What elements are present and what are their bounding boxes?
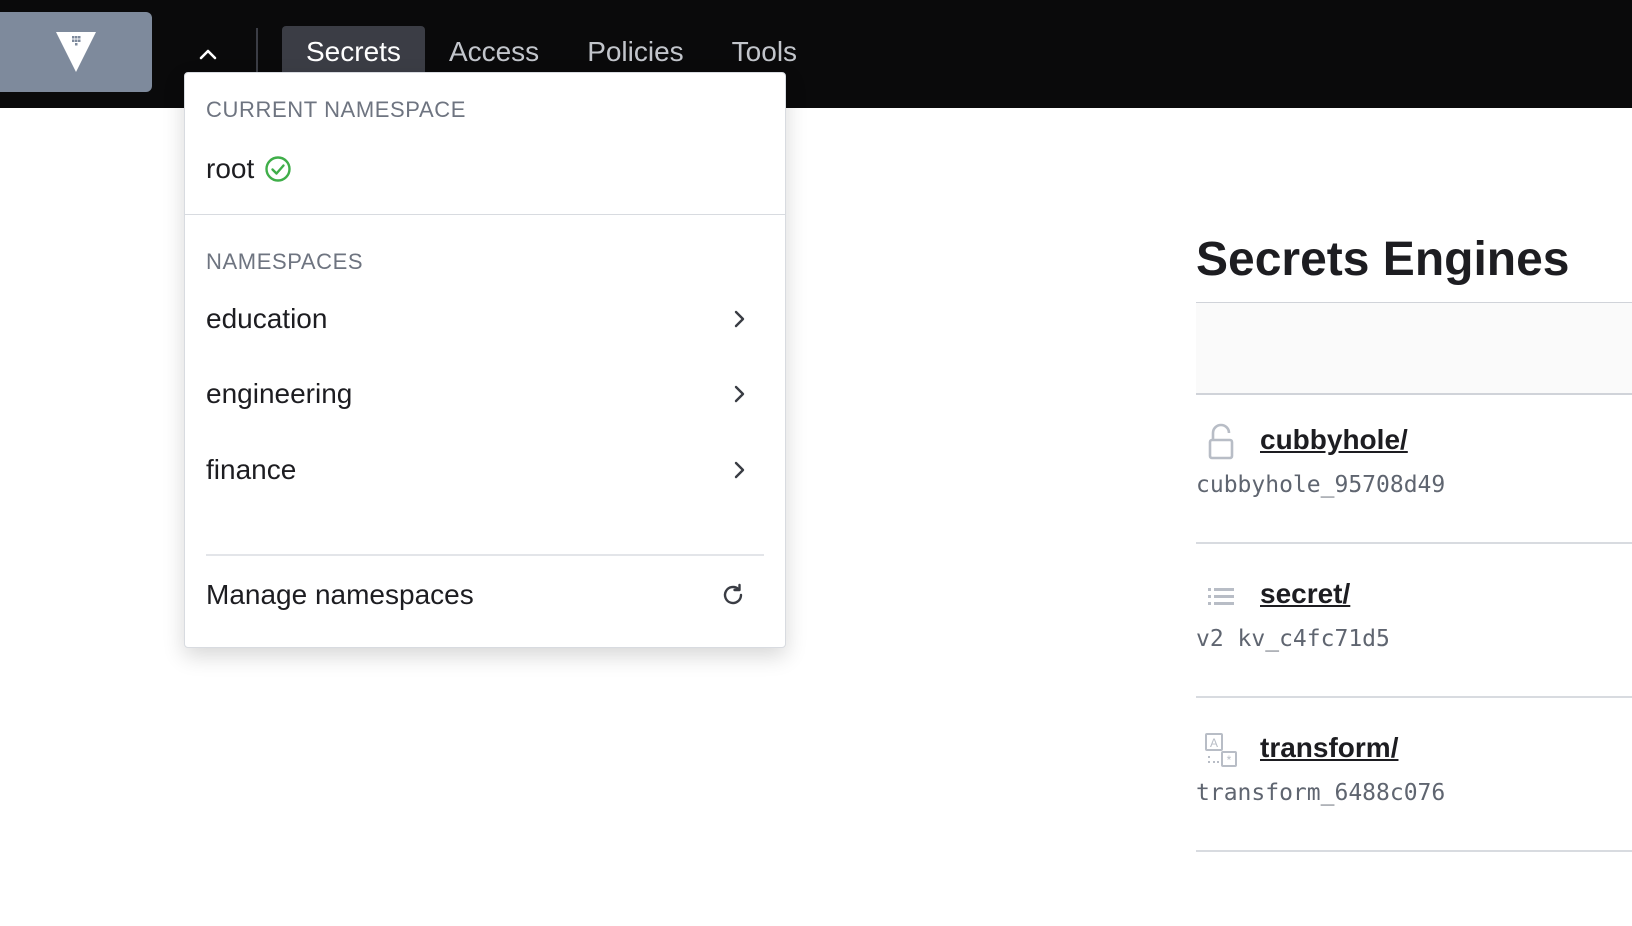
manage-namespaces-label: Manage namespaces bbox=[206, 579, 474, 610]
refresh-icon[interactable] bbox=[720, 582, 746, 608]
nav-divider bbox=[256, 28, 258, 74]
current-namespace: root bbox=[206, 153, 292, 185]
main-nav: Secrets Access Policies Tools bbox=[282, 26, 821, 78]
nav-tools[interactable]: Tools bbox=[708, 26, 821, 78]
vault-logo-icon bbox=[56, 32, 96, 72]
chevron-right-icon bbox=[734, 461, 745, 479]
current-namespace-name: root bbox=[206, 153, 255, 184]
check-circle-icon bbox=[265, 156, 291, 182]
namespaces-heading: NAMESPACES bbox=[206, 249, 364, 274]
vault-logo-button[interactable] bbox=[0, 12, 152, 92]
namespace-item-education[interactable]: education bbox=[206, 297, 746, 341]
current-namespace-heading: CURRENT NAMESPACE bbox=[206, 97, 466, 122]
engine-link[interactable]: transform/ bbox=[1260, 732, 1398, 764]
engine-link[interactable]: cubbyhole/ bbox=[1260, 424, 1408, 456]
namespace-label: finance bbox=[206, 454, 297, 485]
chevron-up-icon bbox=[199, 49, 217, 60]
list-icon bbox=[1208, 588, 1234, 605]
nav-secrets[interactable]: Secrets bbox=[282, 26, 425, 78]
lock-icon bbox=[1208, 423, 1234, 460]
namespace-label: engineering bbox=[206, 378, 353, 409]
namespace-item-engineering[interactable]: engineering bbox=[206, 372, 746, 416]
namespace-toggle-button[interactable] bbox=[190, 36, 226, 72]
page-title: Secrets Engines bbox=[1196, 233, 1570, 286]
svg-text:A: A bbox=[1210, 736, 1218, 750]
svg-text:*: * bbox=[1227, 753, 1232, 767]
transform-icon: A * bbox=[1205, 733, 1237, 767]
section-divider bbox=[185, 214, 785, 215]
engine-link[interactable]: secret/ bbox=[1260, 578, 1350, 610]
nav-access[interactable]: Access bbox=[425, 26, 563, 78]
manage-divider bbox=[206, 554, 764, 556]
namespace-dropdown: CURRENT NAMESPACE root NAMESPACES educat… bbox=[184, 72, 786, 648]
toolbar-area bbox=[1196, 302, 1632, 395]
manage-namespaces-link[interactable]: Manage namespaces bbox=[206, 573, 746, 617]
nav-policies[interactable]: Policies bbox=[563, 26, 707, 78]
engine-accessor: cubbyhole_95708d49 bbox=[1196, 472, 1446, 498]
chevron-right-icon bbox=[734, 385, 745, 403]
chevron-right-icon bbox=[734, 310, 745, 328]
namespace-label: education bbox=[206, 303, 328, 334]
engine-row[interactable]: A * transform/ transform_6488c076 bbox=[1196, 700, 1632, 852]
engine-accessor: transform_6488c076 bbox=[1196, 780, 1446, 806]
namespace-item-finance[interactable]: finance bbox=[206, 448, 746, 492]
engine-row[interactable]: cubbyhole/ cubbyhole_95708d49 bbox=[1196, 392, 1632, 544]
engine-row[interactable]: secret/ v2 kv_c4fc71d5 bbox=[1196, 546, 1632, 698]
engine-accessor: v2 kv_c4fc71d5 bbox=[1196, 626, 1390, 652]
